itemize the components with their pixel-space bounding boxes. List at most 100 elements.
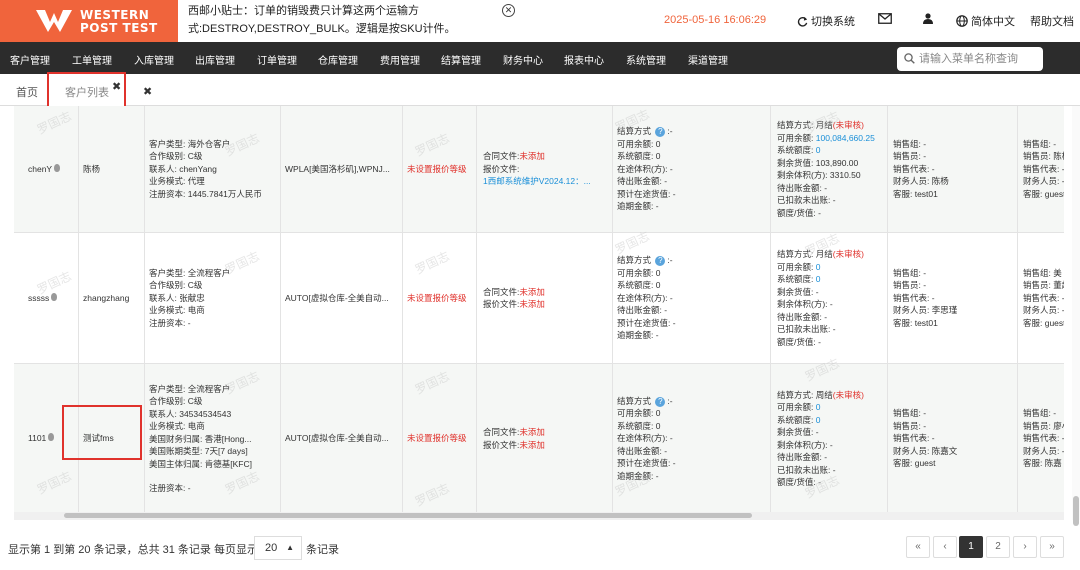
credit-value[interactable]: 0	[816, 274, 821, 284]
table-row[interactable]: sssss zhangzhang 客户类型: 全流程客户 合作级别: C级 联系…	[14, 233, 1064, 364]
staff-line: 销售代表: -	[893, 433, 935, 444]
help-icon[interactable]: ?	[655, 127, 666, 138]
menu-item-ticket[interactable]: 工单管理	[72, 52, 112, 67]
staff-line: 客服: test01	[893, 317, 938, 328]
vertical-scrollbar[interactable]	[1072, 106, 1080, 526]
menu-item-finance[interactable]: 财务中心	[503, 52, 543, 67]
avail-value[interactable]: 0	[816, 262, 821, 272]
quote-file-link[interactable]: 1西邮系统维护V2024.12：...	[483, 175, 612, 188]
prev-page-button[interactable]: ‹	[933, 536, 957, 558]
staff2-line: 销售代表: -	[1023, 292, 1064, 303]
tab-home[interactable]: 首页	[16, 74, 38, 106]
horizontal-scrollbar[interactable]	[14, 512, 1064, 520]
contract-file-label: 合同文件:	[483, 151, 520, 162]
price-level-cell[interactable]: 未设置报价等级	[402, 106, 476, 232]
info-line: 美国主体归属: 肯德基[KFC]	[149, 458, 252, 469]
flame-icon	[48, 433, 55, 442]
staff2-cell: 销售组: - 销售员: 廖小 销售代表: - 财务人员: - 客服: 陈嘉	[1017, 364, 1064, 513]
settle-line: 剩余货值: -	[777, 427, 819, 437]
tab-customer-list-label: 客户列表	[65, 87, 109, 99]
staff-line: 销售代表: -	[893, 163, 935, 174]
account-cell: 结算方式 ?:- 可用余额: 0 系统额度: 0 在途体积(方): - 待出账金…	[612, 233, 770, 363]
table-row[interactable]: 1101 测试fms 客户类型: 全流程客户 合作级别: C级 联系人: 345…	[14, 364, 1064, 514]
page-size-select[interactable]: 20 ▲	[254, 536, 302, 560]
price-level-cell[interactable]: 未设置报价等级	[402, 364, 476, 513]
staff-line: 销售员: -	[893, 151, 927, 162]
staff2-line: 销售组: 美	[1023, 267, 1062, 278]
tab-close-icon[interactable]: ✖	[112, 80, 121, 93]
menu-search-input[interactable]: 请输入菜单名称查询	[897, 47, 1043, 71]
settle-line: 额度/货值: -	[777, 336, 821, 347]
menu-item-channel[interactable]: 渠道管理	[688, 52, 728, 67]
account-line: 可用余额: 0	[617, 408, 661, 419]
user-button[interactable]	[923, 13, 936, 25]
next-page-button[interactable]: ›	[1013, 536, 1037, 558]
menu-item-system[interactable]: 系统管理	[626, 52, 666, 67]
customer-name: 测试fms	[78, 364, 144, 513]
menu-item-outbound[interactable]: 出库管理	[195, 52, 235, 67]
datetime-display: 2025-05-16 16:06:29	[664, 14, 767, 26]
account-line: 逾期金额: -	[617, 470, 659, 481]
mail-button[interactable]	[878, 13, 895, 25]
staff-line: 客服: guest	[893, 458, 936, 469]
search-icon	[904, 53, 915, 64]
language-button[interactable]: 简体中文	[956, 13, 1015, 29]
table-row[interactable]: chenY 陈杨 客户类型: 海外仓客户 合作级别: C级 联系人: chenY…	[14, 106, 1064, 233]
contract-file-value[interactable]: 未添加	[519, 151, 545, 161]
staff2-cell: 销售组: 美 销售员: 董超 销售代表: - 财务人员: - 客服: guest	[1017, 233, 1064, 363]
staff-line: 销售员: -	[893, 420, 927, 431]
page-button-2[interactable]: 2	[986, 536, 1010, 558]
settle-method: 结算方式: 周结	[777, 389, 833, 400]
info-line: 美国账期类型: 7天[7 days]	[149, 446, 248, 456]
quote-file-value[interactable]: 未添加	[519, 299, 545, 309]
avail-value[interactable]: 0	[816, 402, 821, 412]
menu-item-settlement[interactable]: 结算管理	[441, 52, 481, 67]
last-page-button[interactable]: »	[1040, 536, 1064, 558]
tip-close-icon[interactable]: ✕	[502, 4, 515, 17]
staff2-line: 销售员: 董超	[1023, 280, 1064, 291]
tip-banner: 西邮小贴士：订单的销毁费只计算这两个运输方式:DESTROY,DESTROY_B…	[188, 5, 456, 35]
menu-item-inbound[interactable]: 入库管理	[134, 52, 174, 67]
page-info: 显示第 1 到第 20 条记录，总共 31 条记录 每页显示	[8, 544, 258, 556]
contract-file-label: 合同文件:	[483, 427, 520, 437]
close-all-tabs-icon[interactable]: ✖	[143, 85, 152, 98]
staff-line: 财务人员: 陈杨	[893, 176, 949, 187]
customer-info-cell: 客户类型: 全流程客户 合作级别: C级 联系人: 34534534543 业务…	[144, 364, 280, 513]
account-line: 待出账金额: -	[617, 176, 668, 187]
staff2-line: 销售组: -	[1023, 138, 1057, 149]
settle-method: 结算方式: 月结	[777, 249, 833, 259]
credit-value[interactable]: 0	[816, 415, 821, 425]
help-icon[interactable]: ?	[655, 396, 666, 407]
review-status: (未审核)	[832, 389, 864, 400]
files-cell: 合同文件:未添加 报价文件:未添加	[476, 364, 612, 513]
staff2-cell: 销售组: - 销售员: 陈杨 销售代表: - 财务人员: - 客服: guest	[1017, 106, 1064, 232]
menu-item-order[interactable]: 订单管理	[257, 52, 297, 67]
staff-line: 销售员: -	[893, 280, 927, 291]
customer-code-cell: sssss	[14, 233, 78, 363]
contract-file-value[interactable]: 未添加	[519, 427, 545, 437]
avail-value[interactable]: 100,084,660.25	[816, 133, 875, 143]
settlement-cell: 结算方式: 周结(未审核) 可用余额: 0 系统额度: 0 剩余货值: - 剩余…	[770, 364, 887, 513]
help-link[interactable]: 帮助文档	[1030, 13, 1074, 29]
quote-file-value[interactable]: 未添加	[519, 440, 545, 450]
logo-text-line2: POST TEST	[80, 21, 158, 35]
credit-label: 系统额度:	[777, 414, 816, 425]
credit-value[interactable]: 0	[816, 145, 821, 155]
first-page-button[interactable]: «	[906, 536, 930, 558]
records-suffix: 条记录	[306, 544, 339, 556]
logo[interactable]: WESTERN POST TEST	[0, 0, 178, 42]
account-line: 逾期金额: -	[617, 201, 659, 212]
help-icon[interactable]: ?	[655, 256, 666, 267]
settle-line: 额度/货值: -	[777, 207, 821, 218]
menu-item-fee[interactable]: 费用管理	[380, 52, 420, 67]
horizontal-scroll-thumb[interactable]	[64, 513, 752, 518]
menu-item-customer[interactable]: 客户管理	[10, 52, 50, 67]
contract-file-value[interactable]: 未添加	[519, 287, 545, 297]
menu-item-warehouse[interactable]: 仓库管理	[318, 52, 358, 67]
price-level-cell[interactable]: 未设置报价等级	[402, 233, 476, 363]
menu-item-report[interactable]: 报表中心	[564, 52, 604, 67]
switch-system-button[interactable]: 切换系统	[797, 13, 855, 29]
page-button-1[interactable]: 1	[959, 536, 983, 558]
vertical-scroll-thumb[interactable]	[1073, 496, 1079, 526]
